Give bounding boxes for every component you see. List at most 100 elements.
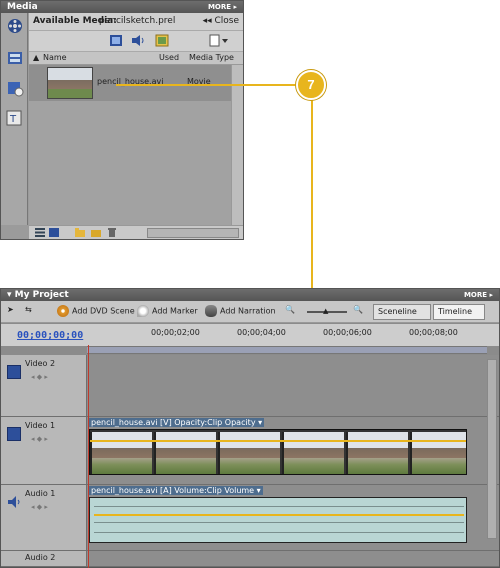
available-media-bar: Available Media: pencilsketch.prel ◂◂ Cl… <box>29 13 243 31</box>
track-audio-2: Audio 2 <box>1 551 499 567</box>
video-clip[interactable] <box>89 429 467 475</box>
current-time-indicator[interactable] <box>88 345 89 568</box>
media-list: pencil_house.avi Movie <box>29 65 231 225</box>
clip-thumbnail[interactable] <box>47 67 93 99</box>
media-sidebar: T <box>1 13 28 225</box>
callout-badge: 7 <box>296 70 326 100</box>
film-reel-icon[interactable] <box>5 17 25 35</box>
titles-icon[interactable]: T <box>5 109 25 127</box>
list-item[interactable]: pencil_house.avi Movie <box>29 65 231 101</box>
video-track-icon[interactable] <box>7 365 21 379</box>
media-vertical-scrollbar[interactable] <box>231 65 243 225</box>
project-toolbar: ➤ ⇆ Add DVD Scene Add Marker Add Narrati… <box>1 301 499 323</box>
marker-icon <box>137 305 149 317</box>
project-collapse-icon[interactable]: ▾ <box>7 290 15 300</box>
time-stretch-tool-icon[interactable]: ⇆ <box>25 305 32 314</box>
video-clip-name: pencil_house.avi [V] <box>91 418 172 427</box>
image-filter-icon[interactable] <box>155 34 169 47</box>
timeline-button[interactable]: Timeline <box>433 304 485 320</box>
selection-tool-icon[interactable]: ➤ <box>7 305 14 314</box>
video-filter-icon[interactable] <box>109 34 123 47</box>
new-folder-icon[interactable] <box>75 228 85 237</box>
work-area-bar[interactable] <box>87 346 487 354</box>
audio-filter-icon[interactable] <box>131 34 145 47</box>
audio-waveform <box>94 532 464 533</box>
media-panel-title: Media MORE ▸ <box>1 1 243 13</box>
track-name: Video 2 <box>25 359 56 368</box>
media-main-area: Available Media: pencilsketch.prel ◂◂ Cl… <box>29 13 243 225</box>
track-audio-1: Audio 1 ◂ ◆ ▸ pencil_house.avi [A] Volum… <box>1 485 499 551</box>
media-filter-toolbar <box>29 31 243 51</box>
audio-clip[interactable] <box>89 497 467 543</box>
volume-rubber-band[interactable] <box>94 514 464 516</box>
svg-text:T: T <box>9 114 17 125</box>
clip-frame <box>346 432 408 474</box>
video-track-icon[interactable] <box>7 427 21 441</box>
clip-frame <box>154 432 216 474</box>
project-more-button[interactable]: MORE ▸ <box>464 290 493 300</box>
folder-icon[interactable] <box>91 228 101 237</box>
zoom-out-icon[interactable]: 🔍 <box>285 305 295 314</box>
audio-waveform <box>94 506 464 507</box>
ruler-tick-label: 00;00;02;00 <box>151 328 200 337</box>
add-marker-label: Add Marker <box>152 306 198 316</box>
keyframe-controls[interactable]: ◂ ◆ ▸ <box>31 435 48 443</box>
project-panel-title: ▾ My Project MORE ▸ <box>1 289 499 301</box>
clip-frame <box>410 432 466 474</box>
volume-dropdown[interactable]: Volume:Clip Volume ▾ <box>174 486 260 495</box>
track-video-1: Video 1 ◂ ◆ ▸ pencil_house.avi [V] Opaci… <box>1 417 499 485</box>
track-name: Audio 1 <box>25 489 56 498</box>
close-button[interactable]: ◂◂ Close <box>203 16 239 26</box>
ruler-tick-label: 00;00;04;00 <box>237 328 286 337</box>
column-name[interactable]: Name <box>43 53 67 62</box>
add-dvd-scene-label: Add DVD Scene <box>72 306 135 316</box>
current-timecode[interactable]: 00;00;00;00 <box>17 330 83 341</box>
media-column-headers: ▲ Name Used Media Type <box>29 51 243 65</box>
column-used[interactable]: Used <box>159 53 179 62</box>
speaker-icon[interactable] <box>7 495 21 509</box>
callout-line-horizontal <box>116 84 298 86</box>
ruler-tick-label: 00;00;06;00 <box>323 328 372 337</box>
project-assets-icon[interactable] <box>5 49 25 67</box>
media-more-button[interactable]: MORE ▸ <box>208 2 237 12</box>
audio-clip-label[interactable]: pencil_house.avi [A] Volume:Clip Volume … <box>89 486 263 495</box>
zoom-slider-thumb[interactable]: ▲ <box>323 307 328 315</box>
track-video-2: Video 2 ◂ ◆ ▸ <box>1 355 499 417</box>
microphone-icon <box>205 305 217 317</box>
icon-view-icon[interactable] <box>49 228 59 237</box>
clip-frame <box>282 432 344 474</box>
ruler-tick-label: 00;00;08;00 <box>409 328 458 337</box>
audio-waveform <box>94 522 464 523</box>
audio-clip-name: pencil_house.avi [A] <box>91 486 172 495</box>
project-file-name: pencilsketch.prel <box>99 16 176 26</box>
clip-frame <box>218 432 280 474</box>
add-dvd-scene-button[interactable]: Add DVD Scene <box>57 305 135 317</box>
video-clip-label[interactable]: pencil_house.avi [V] Opacity:Clip Opacit… <box>89 418 265 427</box>
new-item-dropdown-icon[interactable] <box>209 34 229 47</box>
media-panel-title-text: Media <box>7 2 38 12</box>
keyframe-controls[interactable]: ◂ ◆ ▸ <box>31 503 48 511</box>
timeline-vertical-scrollbar[interactable] <box>487 359 497 539</box>
time-ruler[interactable]: 00;00;02;00 00;00;04;00 00;00;06;00 00;0… <box>87 324 487 346</box>
effects-icon[interactable] <box>5 79 25 97</box>
zoom-in-icon[interactable]: 🔍 <box>353 305 363 314</box>
project-panel: ▾ My Project MORE ▸ ➤ ⇆ Add DVD Scene Ad… <box>0 288 500 568</box>
track-header: Video 2 ◂ ◆ ▸ <box>1 355 87 416</box>
track-header: Audio 1 ◂ ◆ ▸ <box>1 485 87 550</box>
opacity-rubber-band[interactable] <box>90 440 466 442</box>
project-panel-title-text: My Project <box>14 290 69 300</box>
add-narration-button[interactable]: Add Narration <box>205 305 276 317</box>
sceneline-button[interactable]: Sceneline <box>373 304 431 320</box>
add-marker-button[interactable]: Add Marker <box>137 305 198 317</box>
keyframe-controls[interactable]: ◂ ◆ ▸ <box>31 373 48 381</box>
timecode-row: 00;00;00;00 00;00;02;00 00;00;04;00 00;0… <box>1 324 499 346</box>
opacity-dropdown[interactable]: Opacity:Clip Opacity ▾ <box>174 418 262 427</box>
timeline-label: Timeline <box>438 307 473 316</box>
media-footer-toolbar <box>29 225 243 239</box>
list-view-icon[interactable] <box>35 228 45 237</box>
add-narration-label: Add Narration <box>220 306 276 316</box>
sort-ascending-icon[interactable]: ▲ <box>33 53 39 62</box>
column-media-type[interactable]: Media Type <box>189 53 234 62</box>
trash-icon[interactable] <box>107 228 117 237</box>
media-horizontal-scrollbar[interactable] <box>147 228 239 238</box>
